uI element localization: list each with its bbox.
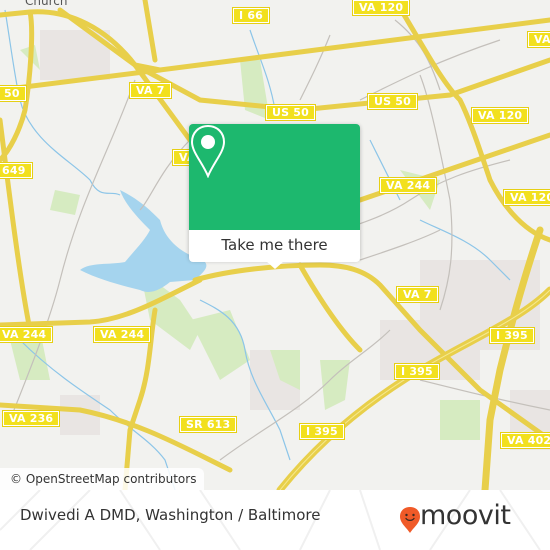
major-road [297,262,363,353]
route-shield-va120: VA 120 [470,107,530,124]
route-shield-va244: VA 244 [378,177,438,194]
park-area [190,310,250,380]
popup-header [189,124,360,230]
location-popup: Take me there [189,124,360,269]
park-area [50,190,80,215]
route-shield-va236: VA 236 [1,410,61,427]
route-shield-va244: VA 244 [0,326,54,343]
moovit-wordmark: moovit [420,500,511,531]
take-me-there-button[interactable]: Take me there [189,230,360,262]
place-name: Dwivedi A DMD, Washington / Baltimore [20,506,321,524]
major-road [0,117,33,333]
major-road [142,0,158,63]
route-shield-i395: I 395 [394,363,440,380]
route-shield-i395: I 395 [299,423,345,440]
route-shield-va120: VA 120 [351,0,411,16]
route-shield-va402: VA 402 [499,432,550,449]
route-shield-us50: US 50 [265,104,316,121]
route-shield-va7: VA 7 [396,286,439,303]
map-attribution[interactable]: © OpenStreetMap contributors [0,468,205,490]
route-shield-us50: 50 [0,85,27,102]
minor-road [359,39,501,101]
moovit-pin-icon [400,507,420,533]
route-shield-va244: VA 244 [92,326,152,343]
footer: Dwivedi A DMD, Washington / Baltimore mo… [0,490,550,550]
route-shield-va120: VA 120 [526,31,550,48]
route-shield-649: 649 [0,162,33,179]
route-shield-va7: VA 7 [129,82,172,99]
route-shield-us50: US 50 [367,93,418,110]
place-label-church: Church [25,0,68,8]
minor-road [299,34,331,101]
map-pin-icon [190,124,226,178]
route-shield-i66: I 66 [231,7,271,24]
route-shield-va120: VA 120 [502,189,550,206]
minor-road [359,229,441,261]
route-shield-i395: I 395 [489,327,535,344]
map[interactable]: Church I 66 VA 120 VA 120 VA 120 VA 120 … [0,0,550,490]
route-shield-sr613: SR 613 [178,416,238,433]
popup-pointer [266,261,284,269]
park-area [440,400,480,440]
